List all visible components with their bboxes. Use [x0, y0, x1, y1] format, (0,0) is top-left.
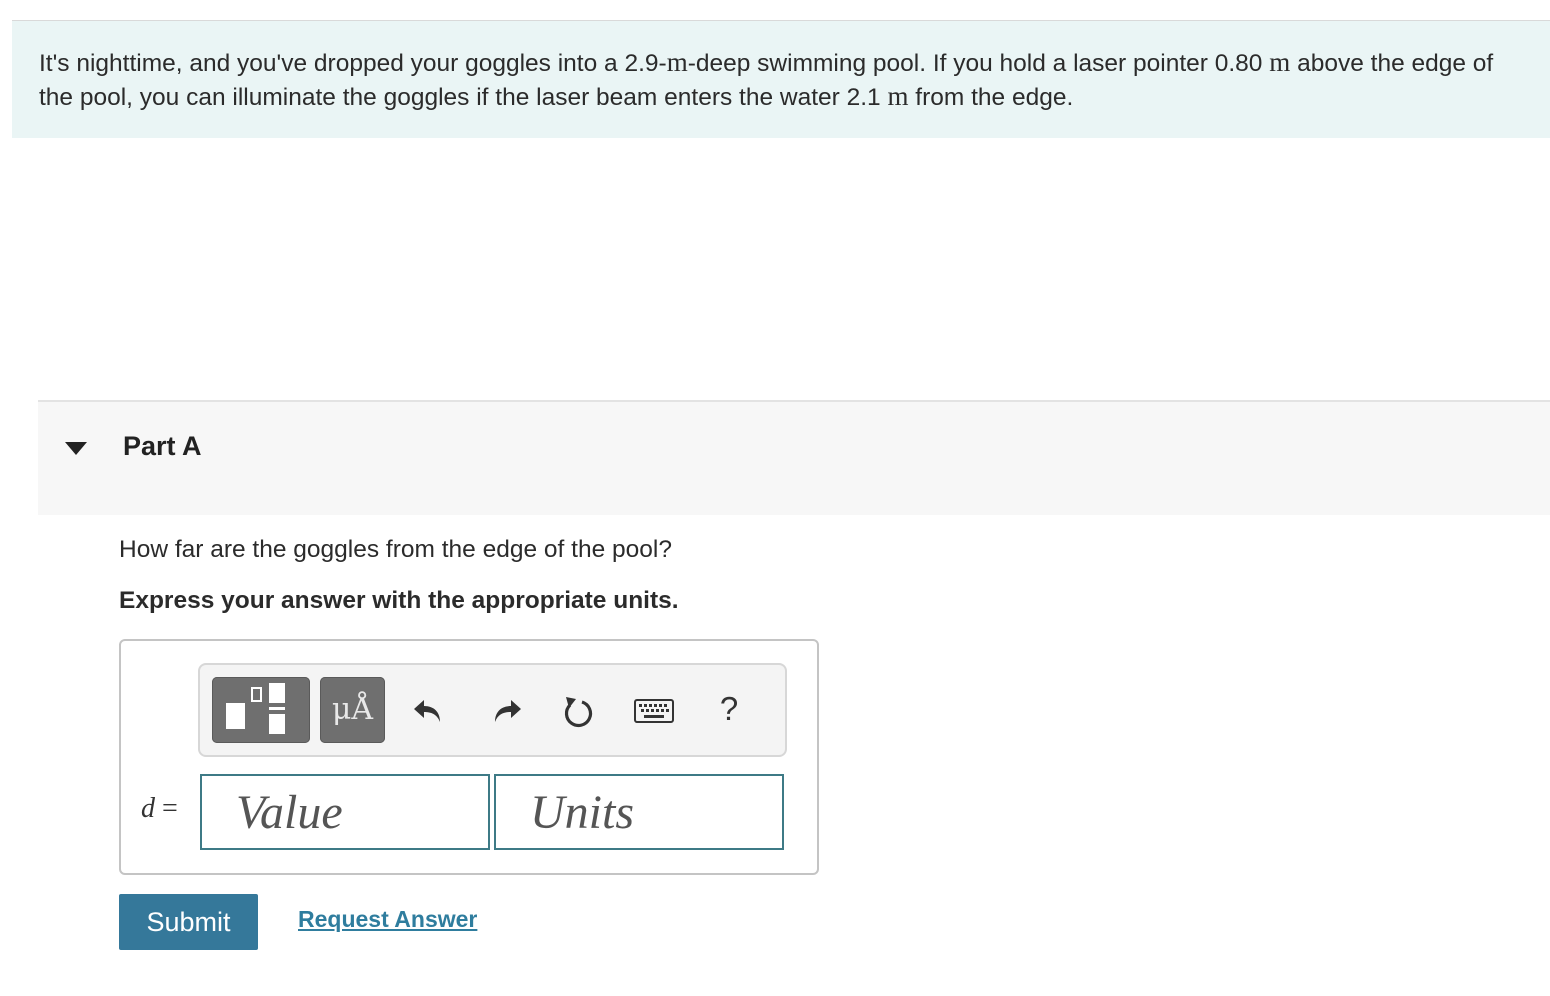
answer-box: μÅ ? d = Value Units [119, 639, 819, 875]
problem-text: -deep swimming pool. If you hold a laser… [687, 50, 1270, 77]
redo-button[interactable] [486, 691, 526, 731]
keyboard-button[interactable] [632, 691, 676, 731]
instruction-text: Express your answer with the appropriate… [119, 587, 679, 614]
unit-meters: m [666, 47, 688, 77]
unit-meters: m [1269, 47, 1291, 77]
request-answer-link[interactable]: Request Answer [298, 906, 477, 933]
value-input[interactable] [200, 774, 490, 850]
undo-button[interactable] [409, 691, 449, 731]
question-text: How far are the goggles from the edge of… [119, 536, 672, 563]
part-a-header[interactable]: Part A [38, 402, 1550, 515]
undo-icon [414, 700, 440, 722]
part-title: Part A [123, 431, 202, 461]
problem-statement: It's nighttime, and you've dropped your … [12, 21, 1550, 138]
units-input[interactable] [494, 774, 784, 850]
reset-button[interactable] [558, 691, 598, 731]
math-toolbar: μÅ ? [198, 663, 787, 757]
answer-variable-label: d = [141, 793, 178, 825]
collapse-caret-icon[interactable] [65, 442, 87, 455]
unit-meters: m [887, 81, 909, 111]
problem-text: It's nighttime, and you've dropped your … [39, 50, 667, 77]
problem-text: from the edge. [908, 84, 1074, 111]
submit-button[interactable]: Submit [119, 894, 258, 950]
variable-symbol: d [141, 793, 155, 824]
redo-icon [495, 700, 521, 722]
units-button[interactable]: μÅ [320, 677, 385, 743]
help-button[interactable]: ? [715, 689, 743, 729]
templates-button[interactable] [212, 677, 310, 743]
equals-sign: = [162, 793, 178, 824]
reset-icon [564, 697, 593, 728]
keyboard-icon [634, 699, 674, 723]
